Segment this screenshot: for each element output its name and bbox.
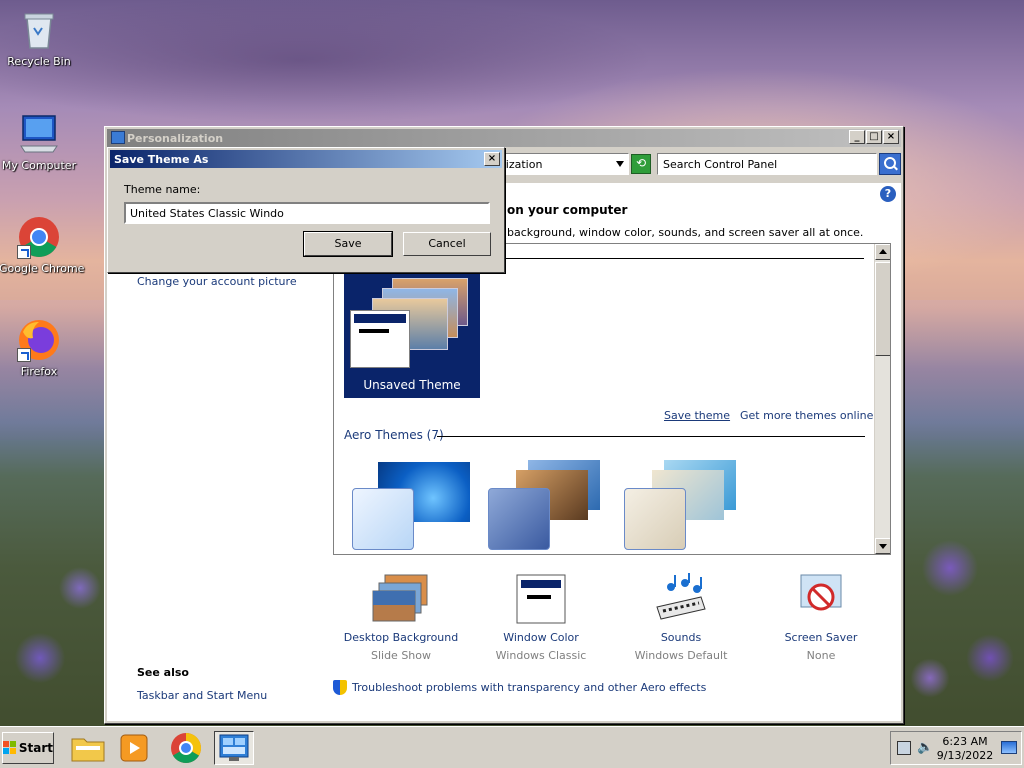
search-input[interactable]: Search Control Panel: [657, 153, 877, 175]
start-button[interactable]: Start: [2, 732, 54, 764]
shortcut-arrow-icon: [17, 348, 31, 362]
dialog-titlebar[interactable]: Save Theme As ×: [110, 150, 502, 168]
sounds-item[interactable]: Sounds Windows Default: [611, 573, 751, 662]
folder-icon: [71, 738, 105, 762]
save-button[interactable]: Save: [303, 231, 393, 257]
screen-saver-label: Screen Saver: [784, 631, 858, 644]
scroll-down-button[interactable]: [875, 538, 890, 554]
get-more-themes-link[interactable]: Get more themes online: [740, 409, 873, 422]
show-desktop-icon[interactable]: [1001, 741, 1017, 754]
glass-color-swatch: [624, 488, 686, 550]
clock-time: 6:23 AM: [942, 735, 988, 748]
media-player-icon: [120, 734, 148, 762]
aero-theme-windows7[interactable]: [348, 460, 472, 552]
minimize-button[interactable]: _: [849, 130, 865, 144]
see-also-title: See also: [137, 666, 189, 679]
taskbar-chrome[interactable]: [166, 731, 206, 765]
troubleshoot-text: Troubleshoot problems with transparency …: [352, 681, 707, 694]
screen-saver-item[interactable]: Screen Saver None: [751, 573, 891, 662]
dialog-title: Save Theme As: [114, 153, 209, 166]
help-icon[interactable]: ?: [880, 186, 896, 202]
save-theme-link[interactable]: Save theme: [664, 409, 730, 422]
refresh-button[interactable]: ⟲: [631, 154, 651, 174]
start-label: Start: [18, 741, 53, 755]
aero-theme-architecture[interactable]: [484, 460, 608, 552]
taskbar-explorer[interactable]: [68, 731, 108, 765]
preview-titlebar: [354, 314, 406, 323]
chrome-icon: [171, 733, 202, 764]
desktop-icon-label: Recycle Bin: [7, 55, 71, 68]
scroll-up-button[interactable]: [875, 244, 890, 260]
page-heading: on your computer: [507, 203, 628, 217]
network-icon[interactable]: [897, 741, 911, 755]
window-title: Personalization: [127, 131, 224, 145]
address-bar[interactable]: alization: [491, 153, 629, 175]
desktop-icon-label: Firefox: [20, 365, 58, 378]
refresh-icon: ⟲: [635, 156, 647, 170]
chrome-icon: [17, 215, 61, 259]
desktop-icon-label: Google Chrome: [0, 262, 85, 275]
glass-color-swatch: [488, 488, 550, 550]
unsaved-theme-label: Unsaved Theme: [363, 378, 461, 392]
change-account-picture-link[interactable]: Change your account picture: [137, 275, 297, 288]
theme-list-pane: Unsaved Theme Save theme Get more themes…: [333, 243, 891, 555]
cancel-button[interactable]: Cancel: [403, 232, 491, 256]
desktop-icon-firefox[interactable]: Firefox: [0, 318, 79, 378]
aero-themes-label: Aero Themes (7): [344, 428, 444, 442]
windows-logo-icon: [3, 741, 16, 755]
volume-icon[interactable]: 🔈: [917, 740, 933, 755]
firefox-icon: [17, 318, 61, 362]
taskbar-media-player[interactable]: [114, 731, 154, 765]
preview-content: [359, 329, 389, 333]
desktop-background-item[interactable]: Desktop Background Slide Show: [331, 573, 471, 662]
window-titlebar[interactable]: Personalization _ □ ×: [107, 129, 901, 147]
chevron-down-icon[interactable]: [616, 161, 624, 167]
scroll-thumb[interactable]: [875, 262, 890, 356]
desktop-background-icon: [371, 573, 431, 625]
system-tray: 🔈 6:23 AM 9/13/2022: [890, 731, 1022, 765]
troubleshoot-link[interactable]: Troubleshoot problems with transparency …: [333, 680, 706, 695]
glass-color-swatch: [352, 488, 414, 550]
theme-name-input[interactable]: [124, 202, 490, 224]
search-button[interactable]: [879, 153, 901, 175]
window-preview: [350, 310, 410, 368]
taskbar-control-panel[interactable]: [214, 731, 254, 765]
sounds-icon: [651, 573, 711, 625]
taskbar-start-menu-link[interactable]: Taskbar and Start Menu: [137, 689, 267, 702]
desktop-background-label: Desktop Background: [343, 631, 459, 644]
desktop-background-value: Slide Show: [370, 649, 432, 662]
theme-name-label: Theme name:: [124, 183, 201, 196]
window-color-item[interactable]: Window Color Windows Classic: [471, 573, 611, 662]
aero-theme-characters[interactable]: [620, 460, 744, 552]
screen-saver-value: None: [806, 649, 836, 662]
close-button[interactable]: ×: [883, 130, 899, 144]
screen-saver-icon: [791, 573, 851, 625]
save-theme-dialog: Save Theme As × Theme name: Save Cancel: [107, 147, 505, 273]
control-panel-icon: [111, 131, 125, 144]
divider: [437, 436, 865, 437]
shortcut-arrow-icon: [17, 245, 31, 259]
recycle-bin-icon: [17, 8, 61, 52]
dialog-close-button[interactable]: ×: [484, 152, 500, 166]
desktop-icon-label: My Computer: [1, 159, 77, 172]
desktop-icon-google-chrome[interactable]: Google Chrome: [0, 215, 85, 275]
unsaved-theme-tile[interactable]: Unsaved Theme: [344, 272, 480, 398]
page-subheading: background, window color, sounds, and sc…: [507, 226, 864, 239]
taskbar: Start 🔈 6:23 AM 9/13/2022: [0, 726, 1024, 768]
window-controls: _ □ ×: [848, 130, 899, 144]
sounds-label: Sounds: [660, 631, 702, 644]
window-color-icon: [511, 573, 571, 625]
control-panel-icon: [219, 734, 249, 761]
shield-icon: [333, 680, 347, 695]
window-color-value: Windows Classic: [495, 649, 587, 662]
my-computer-icon: [17, 112, 61, 156]
theme-pane-scrollbar[interactable]: [874, 244, 890, 554]
clock-date: 9/13/2022: [936, 749, 994, 762]
desktop-icon-my-computer[interactable]: My Computer: [0, 112, 79, 172]
window-color-label: Window Color: [503, 631, 579, 644]
sounds-value: Windows Default: [634, 649, 728, 662]
desktop-icon-recycle-bin[interactable]: Recycle Bin: [0, 8, 79, 68]
clock[interactable]: 6:23 AM 9/13/2022: [935, 735, 995, 763]
maximize-button[interactable]: □: [866, 130, 882, 144]
